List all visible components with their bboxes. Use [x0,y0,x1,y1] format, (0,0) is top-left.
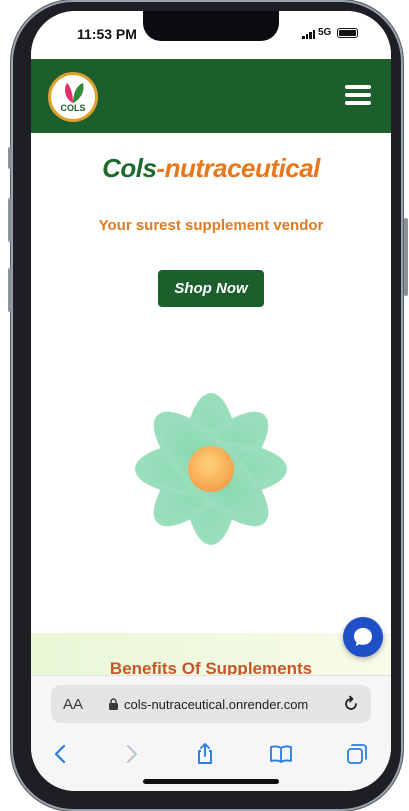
network-label: 5G [318,27,332,38]
lock-icon [109,698,118,710]
volume-down-button [8,268,12,312]
volume-up-button [8,198,12,242]
status-bar: 11:53 PM 5G [31,11,391,59]
bookmarks-icon[interactable] [269,742,293,766]
hamburger-menu-icon[interactable] [345,85,371,105]
site-header: COLS [31,59,391,133]
chat-bubble-icon [354,628,372,646]
tagline: Your surest supplement vendor [98,217,324,234]
brand-title-part2: -nutraceutical [156,153,320,183]
brand-title-part1: Cols [102,153,157,183]
back-icon[interactable] [49,742,73,766]
brand-title: Cols-nutraceutical [31,153,391,184]
forward-icon[interactable] [119,742,143,766]
logo-text: COLS [60,103,86,113]
phone-screen: 11:53 PM 5G COLS Cols-nutraceutical Your… [31,11,391,791]
home-indicator [143,779,279,784]
signal-icon [302,30,315,39]
browser-bottom-bar: AA cols-nutraceutical.onrender.com [31,675,391,791]
battery-icon [337,28,358,38]
power-button [404,218,408,296]
shop-now-button[interactable]: Shop Now [158,270,264,307]
flower-illustration [135,393,287,545]
site-logo[interactable]: COLS [48,72,98,122]
url-text: cols-nutraceutical.onrender.com [124,697,309,712]
notch [143,11,279,41]
address-bar[interactable]: AA cols-nutraceutical.onrender.com [51,685,371,723]
reload-icon[interactable] [342,695,360,713]
mute-switch [8,147,12,169]
tabs-icon[interactable] [345,742,369,766]
text-size-button[interactable]: AA [63,696,83,713]
chat-button[interactable] [343,617,383,657]
status-time: 11:53 PM [77,26,137,42]
browser-toolbar [31,736,391,776]
share-icon[interactable] [193,742,217,766]
